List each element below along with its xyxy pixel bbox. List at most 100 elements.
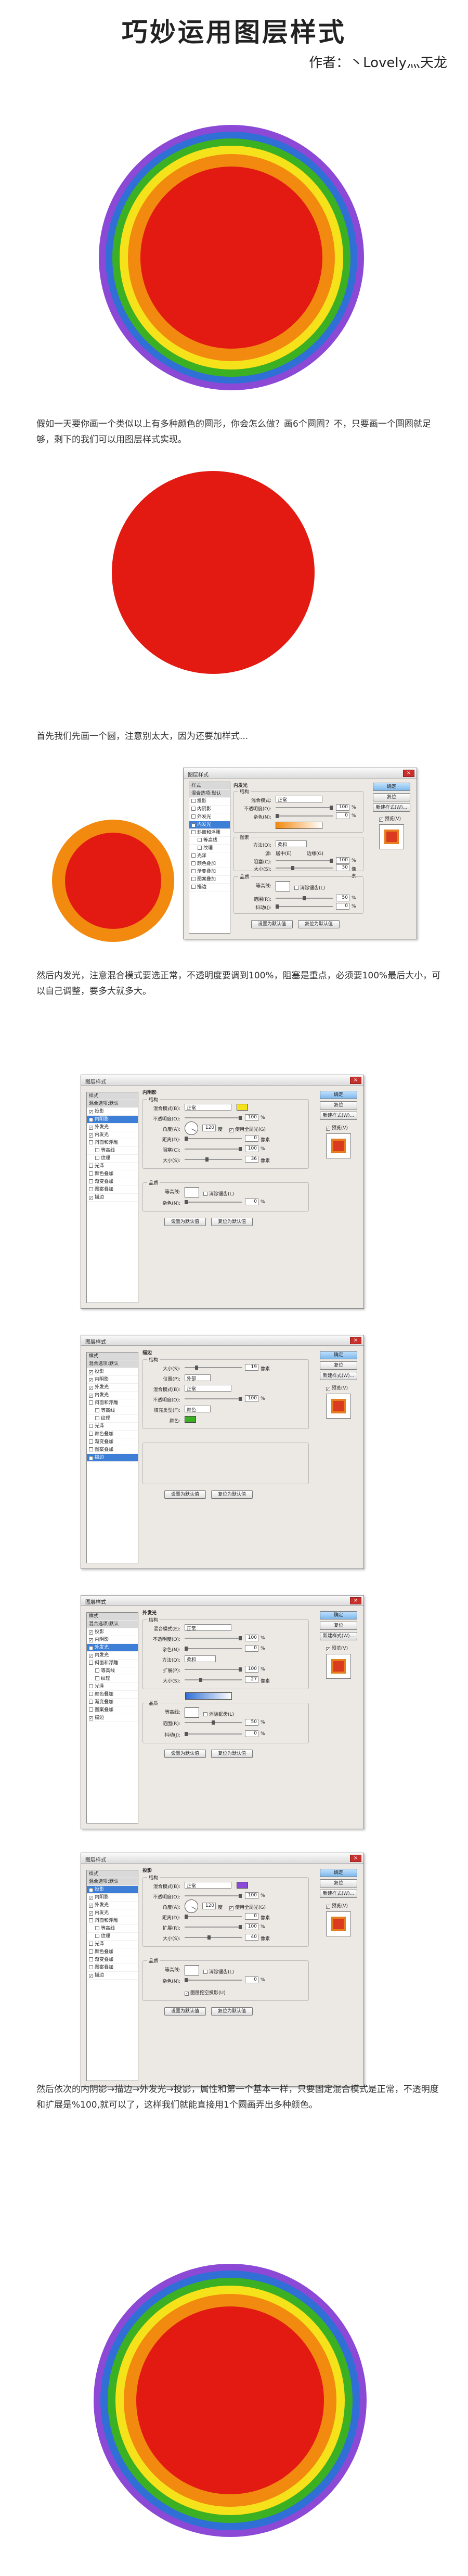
checkbox-icon[interactable] [95, 1416, 99, 1420]
checkbox-icon[interactable]: ✓ [89, 1196, 93, 1200]
sidebar-item-bevel[interactable]: 斜面和浮雕 [189, 829, 230, 837]
checkbox-icon[interactable]: ✓ [89, 1716, 93, 1720]
size-slider[interactable] [276, 866, 333, 870]
global-light-checkbox[interactable]: ✓ 使用全局光(G) [229, 1904, 266, 1910]
sidebar-item-outer-glow[interactable]: ✓ 外发光 [87, 1384, 138, 1392]
checkbox-icon[interactable] [191, 799, 196, 803]
range-field[interactable]: 50 [336, 895, 349, 901]
checkbox-icon[interactable] [89, 1179, 93, 1183]
checkbox-icon[interactable]: ✓ [89, 1394, 93, 1398]
checkbox-icon[interactable] [89, 1942, 93, 1946]
sidebar-item-texture[interactable]: 纹理 [87, 1415, 138, 1423]
ok-button[interactable]: 确定 [373, 783, 410, 791]
global-light-checkbox[interactable]: ✓ 使用全局光(G) [229, 1126, 266, 1132]
sidebar-item-contour[interactable]: 等高线 [87, 1925, 138, 1933]
checkbox-icon[interactable]: ✓ [89, 1386, 93, 1390]
close-button[interactable]: × [350, 1337, 361, 1344]
ok-button[interactable]: 确定 [320, 1091, 357, 1099]
checkbox-icon[interactable] [95, 1934, 99, 1938]
set-default-button[interactable]: 设置为默认值 [164, 1218, 206, 1226]
jitter-slider[interactable] [276, 904, 333, 909]
checkbox-icon[interactable] [294, 886, 298, 890]
checkbox-icon[interactable]: ✓ [89, 1126, 93, 1130]
sidebar-item-inner-shadow[interactable]: ✓ 内阴影 [87, 1636, 138, 1644]
blend-mode-select[interactable]: 正常 [276, 796, 322, 803]
sidebar-item-stroke[interactable]: 描边 [189, 884, 230, 891]
color-swatch[interactable] [237, 1882, 248, 1889]
set-default-button[interactable]: 设置为默认值 [164, 2007, 206, 2016]
sidebar-item-inner-shadow[interactable]: ✓ 内阴影 [87, 1894, 138, 1902]
checkbox-icon[interactable]: ✓ [89, 1110, 93, 1114]
spread-field[interactable]: 100 [245, 1666, 258, 1673]
range-slider[interactable] [276, 896, 333, 900]
sidebar-item-stroke[interactable]: ✓ 描边 [87, 1714, 138, 1722]
checkbox-icon[interactable]: ✓ [89, 1646, 93, 1650]
checkbox-icon[interactable] [89, 1707, 93, 1712]
sidebar-item-gradient-overlay[interactable]: 渐变叠加 [87, 1956, 138, 1964]
new-style-button[interactable]: 新建样式(W)... [320, 1632, 357, 1640]
glow-gradient-swatch[interactable] [276, 822, 322, 829]
preview-checkbox[interactable]: ✓ 预览(V) [326, 1644, 348, 1651]
contour-picker[interactable] [276, 881, 290, 891]
cancel-button[interactable]: 复位 [320, 1622, 357, 1630]
sidebar-item-gradient-overlay[interactable]: 渐变叠加 [87, 1699, 138, 1706]
sidebar-item-texture[interactable]: 纹理 [189, 845, 230, 852]
sidebar-item-contour[interactable]: 等高线 [87, 1667, 138, 1675]
checkbox-icon[interactable] [89, 1957, 93, 1961]
sidebar-item-color-overlay[interactable]: 颜色叠加 [87, 1691, 138, 1699]
checkbox-icon[interactable] [89, 1965, 93, 1969]
blend-select[interactable]: 正常 [185, 1104, 231, 1111]
checkbox-icon[interactable] [95, 1668, 99, 1673]
checkbox-icon[interactable] [89, 1700, 93, 1704]
glow-gradient-swatch[interactable] [185, 1692, 232, 1700]
sidebar-item-inner-shadow[interactable]: ✓ 内阴影 [87, 1116, 138, 1124]
distance-slider[interactable] [185, 1137, 242, 1141]
size-field[interactable]: 40 [245, 1934, 258, 1941]
sidebar-item-drop-shadow[interactable]: ✓ 投影 [87, 1886, 138, 1894]
preview-checkbox[interactable]: ✓ 预览(V) [326, 1124, 348, 1131]
noise-slider[interactable] [185, 1200, 242, 1204]
ok-button[interactable]: 确定 [320, 1611, 357, 1619]
fill-select[interactable]: 颜色 [185, 1406, 211, 1413]
method-select[interactable]: 柔和 [276, 840, 307, 848]
color-swatch[interactable] [237, 1104, 248, 1111]
sidebar-item-bevel[interactable]: 斜面和浮雕 [87, 1399, 138, 1407]
reset-default-button[interactable]: 复位为默认值 [298, 920, 340, 928]
sidebar-item-satin[interactable]: 光泽 [87, 1423, 138, 1431]
checkbox-icon[interactable] [191, 830, 196, 834]
noise-field[interactable]: 0 [245, 1976, 258, 1983]
checkbox-icon[interactable]: ✓ [89, 1370, 93, 1374]
checkbox-icon[interactable] [191, 885, 196, 889]
close-button[interactable]: × [350, 1077, 361, 1084]
sidebar-item-inner-glow[interactable]: ✓ 内发光 [87, 1909, 138, 1917]
sidebar-item-satin[interactable]: 光泽 [87, 1941, 138, 1948]
spread-slider[interactable] [185, 1925, 242, 1929]
sidebar-item-drop-shadow[interactable]: ✓ 投影 [87, 1368, 138, 1376]
opacity-slider[interactable] [185, 1894, 242, 1898]
antialias-checkbox[interactable]: 消除锯齿(L) [203, 1190, 234, 1197]
choke-field[interactable]: 100 [245, 1145, 258, 1152]
checkbox-icon[interactable]: ✓ [89, 1638, 93, 1642]
sidebar-item-bevel[interactable]: 斜面和浮雕 [87, 1139, 138, 1147]
sidebar-item-color-overlay[interactable]: 颜色叠加 [87, 1431, 138, 1438]
sidebar-item-outer-glow[interactable]: 外发光 [189, 813, 230, 821]
size-slider[interactable] [185, 1935, 242, 1940]
jitter-slider[interactable] [185, 1732, 242, 1736]
checkbox-icon[interactable]: ✓ [89, 1630, 93, 1635]
sidebar-item-inner-shadow[interactable]: ✓ 内阴影 [87, 1376, 138, 1384]
checkbox-icon[interactable]: ✓ [191, 823, 196, 827]
checkbox-icon[interactable] [203, 1192, 207, 1196]
choke-field[interactable]: 100 [336, 857, 349, 864]
checkbox-icon[interactable]: ✓ [185, 1992, 189, 1996]
position-select[interactable]: 外部 [185, 1374, 211, 1382]
sidebar-item-texture[interactable]: 纹理 [87, 1675, 138, 1683]
distance-slider[interactable] [185, 1915, 242, 1919]
size-field[interactable]: 19 [245, 1364, 258, 1371]
checkbox-icon[interactable] [89, 1164, 93, 1168]
sidebar-item-contour[interactable]: 等高线 [87, 1147, 138, 1155]
sidebar-item-contour[interactable]: 等高线 [189, 837, 230, 845]
checkbox-icon[interactable] [95, 1148, 99, 1152]
checkbox-icon[interactable]: ✓ [326, 1387, 330, 1391]
checkbox-icon[interactable]: ✓ [229, 1906, 233, 1910]
sidebar-item-satin[interactable]: 光泽 [87, 1163, 138, 1170]
